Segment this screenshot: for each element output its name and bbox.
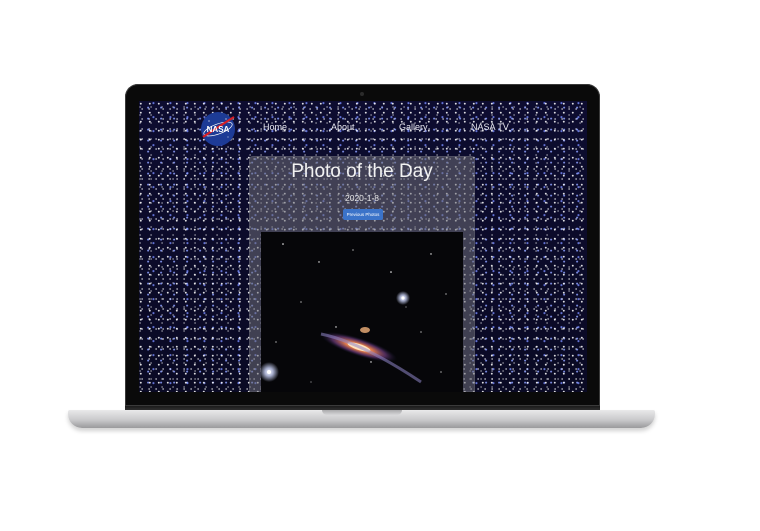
webcam-dot [360,92,364,96]
nav-link-home[interactable]: Home [263,122,287,132]
nav-link-about[interactable]: About [331,122,355,132]
page-title: Photo of the Day [291,161,433,182]
galaxy-photo[interactable] [261,232,463,392]
laptop-lid: NASA Home About Gallery NASA TV Photo of… [125,84,600,406]
laptop-opening-notch [322,410,402,415]
previous-photos-button[interactable]: Previous Photos [343,209,383,220]
photo-card: Photo of the Day 2020-1-8 Previous Photo… [249,156,475,392]
nav-link-nasa-tv[interactable]: NASA TV [471,122,509,132]
screen: NASA Home About Gallery NASA TV Photo of… [139,101,587,392]
nasa-logo-text: NASA [207,125,230,134]
nasa-logo[interactable]: NASA [200,111,236,147]
laptop-base [68,410,655,428]
nav-link-gallery[interactable]: Gallery [399,122,428,132]
photo-date: 2020-1-8 [344,193,380,203]
